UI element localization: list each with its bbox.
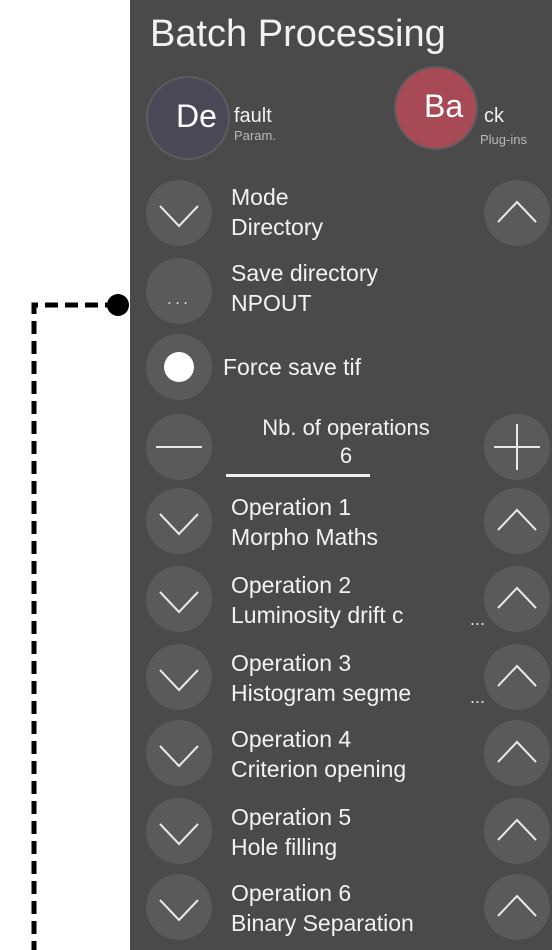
save-directory-browse-button[interactable]: ... [146,258,212,324]
truncation-ellipsis: ... [470,609,486,629]
operation-1-next-button[interactable] [484,488,550,554]
operation-value: Histogram segme [231,680,412,706]
chevron-down-icon [159,745,199,768]
default-sub-label: Param. [234,128,276,143]
chevron-down-icon [159,205,199,228]
operations-count-value[interactable]: 6 [226,442,466,470]
operation-label: Operation 5 [231,804,352,830]
operations-count-label: Nb. of operations [262,415,430,440]
batch-processing-panel: Batch Processing De fault Param. Ba ck P… [130,0,552,950]
operation-value: Luminosity drift c [231,602,404,628]
operation-value: Binary Separation [231,910,414,936]
operation-2-prev-button[interactable] [146,566,212,632]
operation-1-prev-button[interactable] [146,488,212,554]
minus-icon [156,446,202,448]
back-plugins-button[interactable]: Ba ck Plug-ins [394,64,552,154]
operation-4-next-button[interactable] [484,720,550,786]
svg-text:...: ... [167,289,191,308]
default-big-label: De [176,98,217,134]
operation-label: Operation 2 [231,572,352,598]
operations-decrease-button[interactable] [146,414,212,480]
back-sub-label: Plug-ins [480,132,527,147]
plus-icon [494,424,540,470]
operations-increase-button[interactable] [484,414,550,480]
mode-value: Directory [231,214,324,240]
mode-prev-button[interactable] [146,180,212,246]
force-save-radio[interactable] [146,334,212,400]
operation-6-next-button[interactable] [484,874,550,940]
save-directory-text: Save directory NPOUT [231,258,378,318]
chevron-up-icon [497,740,537,763]
chevron-up-icon [497,508,537,531]
operation-5-next-button[interactable] [484,798,550,864]
chevron-down-icon [159,899,199,922]
operation-3-prev-button[interactable] [146,644,212,710]
operation-value: Hole filling [231,834,338,860]
operation-label: Operation 3 [231,650,352,676]
back-small-label: ck [484,105,504,127]
operation-6-prev-button[interactable] [146,874,212,940]
operation-5-text: Operation 5 Hole filling [231,802,471,862]
force-save-label: Force save tif [223,354,362,380]
operations-count-underline [226,474,370,477]
more-icon: ... [167,289,191,308]
chevron-down-icon [159,513,199,536]
chevron-down-icon [159,823,199,846]
operation-3-text: Operation 3 Histogram segme [231,648,471,708]
operation-label: Operation 4 [231,726,352,752]
operation-label: Operation 1 [231,494,352,520]
chevron-up-icon [497,818,537,841]
operation-1-text: Operation 1 Morpho Maths [231,492,471,552]
panel-title: Batch Processing [150,13,446,55]
save-directory-value: NPOUT [231,290,312,316]
operation-value: Morpho Maths [231,524,379,550]
truncation-ellipsis: ... [470,687,486,707]
back-big-label: Ba [424,88,464,124]
chevron-down-icon [159,669,199,692]
operation-label: Operation 6 [231,880,352,906]
chevron-up-icon [497,200,537,223]
default-small-label: fault [234,105,272,127]
mode-next-button[interactable] [484,180,550,246]
mode-text: Mode Directory [231,182,323,242]
operation-2-text: Operation 2 Luminosity drift c [231,570,471,630]
chevron-up-icon [497,664,537,687]
operation-5-prev-button[interactable] [146,798,212,864]
chevron-down-icon [159,591,199,614]
default-param-button[interactable]: De fault Param. [146,76,306,160]
operations-count: Nb. of operations 6 [226,414,430,470]
operation-value: Criterion opening [231,756,407,782]
operation-4-text: Operation 4 Criterion opening [231,724,471,784]
chevron-up-icon [497,894,537,917]
radio-icon [164,352,194,382]
save-directory-label: Save directory [231,260,379,286]
chevron-up-icon [497,586,537,609]
mode-label: Mode [231,184,289,210]
operation-4-prev-button[interactable] [146,720,212,786]
operation-2-next-button[interactable] [484,566,550,632]
operation-6-text: Operation 6 Binary Separation [231,878,471,938]
operation-3-next-button[interactable] [484,644,550,710]
